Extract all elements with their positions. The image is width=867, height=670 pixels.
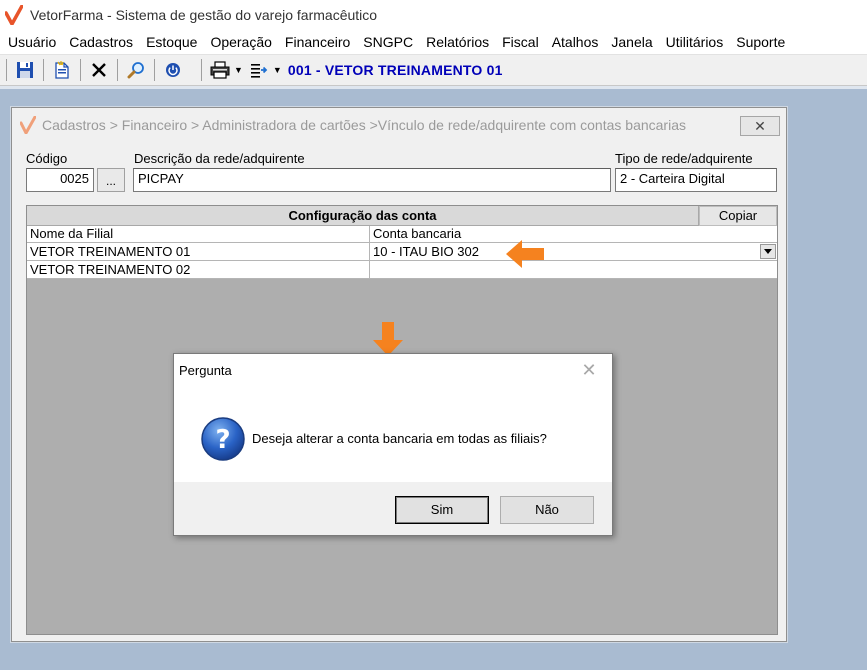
grid-band-title: Configuração das conta (27, 206, 699, 226)
menu-fiscal[interactable]: Fiscal (498, 34, 548, 50)
toolbar-grip (6, 59, 7, 81)
code-label: Código (26, 151, 68, 166)
menu-janela[interactable]: Janela (607, 34, 661, 50)
dialog-message: Deseja alterar a conta bancaria em todas… (252, 431, 547, 446)
code-field[interactable]: 0025 (26, 168, 94, 192)
export-dropdown-icon[interactable]: ▼ (273, 65, 282, 75)
menu-atalhos[interactable]: Atalhos (548, 34, 608, 50)
export-icon[interactable] (247, 58, 271, 82)
app-titlebar: VetorFarma - Sistema de gestão do varejo… (0, 0, 867, 30)
toolbar-separator (154, 59, 155, 81)
column-header-account[interactable]: Conta bancaria (370, 226, 777, 243)
menu-relatorios[interactable]: Relatórios (422, 34, 498, 50)
child-window-title: Cadastros > Financeiro > Administradora … (42, 117, 686, 133)
dialog-footer: Sim Não (174, 482, 612, 535)
toolbar-separator (201, 59, 202, 81)
toolbar-separator (80, 59, 81, 81)
menu-usuario[interactable]: Usuário (4, 34, 65, 50)
orange-down-arrow-icon (373, 322, 403, 356)
search-icon[interactable] (124, 58, 148, 82)
orange-left-arrow-icon (506, 240, 544, 268)
power-icon[interactable] (161, 58, 185, 82)
app-title: VetorFarma - Sistema de gestão do varejo… (30, 7, 378, 23)
copy-button[interactable]: Copiar (699, 206, 777, 226)
no-button[interactable]: Não (500, 496, 594, 524)
table-row-branch-cell[interactable]: VETOR TREINAMENTO 01 (27, 243, 370, 261)
menu-utilitarios[interactable]: Utilitários (662, 34, 733, 50)
description-label: Descrição da rede/adquirente (134, 151, 305, 166)
svg-text:?: ? (215, 425, 230, 455)
description-field[interactable]: PICPAY (133, 168, 611, 192)
yes-button[interactable]: Sim (395, 496, 489, 524)
new-document-icon[interactable] (50, 58, 74, 82)
print-icon[interactable] (208, 58, 232, 82)
workspace-top-edge (0, 86, 867, 89)
menu-cadastros[interactable]: Cadastros (65, 34, 142, 50)
toolbar-separator (43, 59, 44, 81)
menu-estoque[interactable]: Estoque (142, 34, 206, 50)
account-select-cell[interactable]: 10 - ITAU BIO 302 (370, 243, 777, 261)
dialog-body: ? Deseja alterar a conta bancaria em tod… (174, 386, 612, 482)
confirm-dialog: Pergunta ✕ ? Deseja alterar a conta banc… (173, 353, 613, 536)
dialog-title: Pergunta (179, 362, 232, 378)
dialog-close-icon[interactable]: ✕ (580, 361, 598, 379)
toolbar-separator (117, 59, 118, 81)
vetorfarma-logo-icon (4, 5, 24, 25)
toolbar: ▼ ▼ 001 - VETOR TREINAMENTO 01 (0, 54, 867, 86)
table-row-branch-cell[interactable]: VETOR TREINAMENTO 02 (27, 261, 370, 279)
table-row-account-cell[interactable] (370, 261, 777, 279)
vetorfarma-window-logo-icon (20, 116, 36, 134)
child-window-titlebar[interactable]: Cadastros > Financeiro > Administradora … (12, 108, 786, 142)
code-lookup-button[interactable]: ... (97, 168, 125, 192)
question-icon: ? (201, 417, 245, 461)
save-icon[interactable] (13, 58, 37, 82)
print-dropdown-icon[interactable]: ▼ (234, 65, 243, 75)
account-select-value: 10 - ITAU BIO 302 (373, 244, 479, 259)
menu-sngpc[interactable]: SNGPC (359, 34, 422, 50)
type-label: Tipo de rede/adquirente (615, 151, 753, 166)
column-header-branch[interactable]: Nome da Filial (27, 226, 370, 243)
menu-financeiro[interactable]: Financeiro (281, 34, 359, 50)
account-dropdown-button[interactable] (760, 244, 776, 259)
delete-icon[interactable] (87, 58, 111, 82)
menu-suporte[interactable]: Suporte (732, 34, 794, 50)
menu-operacao[interactable]: Operação (206, 34, 280, 50)
type-field[interactable]: 2 - Carteira Digital (615, 168, 777, 192)
dialog-titlebar[interactable]: Pergunta ✕ (174, 354, 612, 386)
child-window-close-button[interactable]: ✕ (740, 116, 780, 136)
menubar: Usuário Cadastros Estoque Operação Finan… (0, 30, 867, 54)
active-company-label: 001 - VETOR TREINAMENTO 01 (287, 62, 503, 78)
